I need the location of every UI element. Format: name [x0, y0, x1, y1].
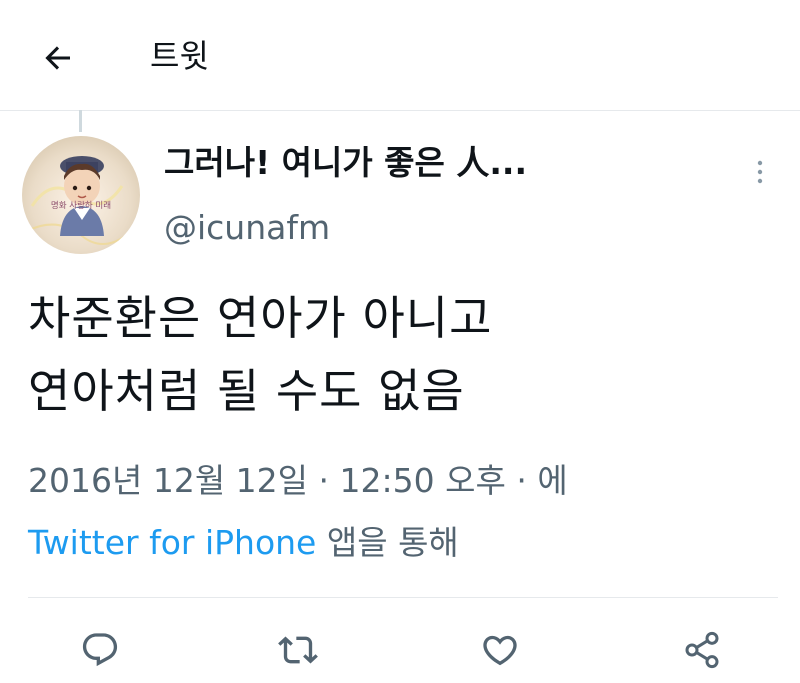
reply-button[interactable]: [74, 624, 126, 676]
tweet-text-line: 연아처럼 될 수도 없음: [28, 364, 465, 418]
username[interactable]: @icunafm: [164, 206, 330, 250]
retweet-button[interactable]: [272, 624, 324, 676]
like-button[interactable]: [474, 624, 526, 676]
avatar-stamp-text: 명화 사랑하 미래: [51, 200, 111, 211]
more-options-button[interactable]: [740, 150, 780, 194]
meta-separator: ·: [318, 461, 330, 500]
tweet-source-line: Twitter for iPhone 앱을 통해: [28, 520, 459, 566]
header-bar: 트윗: [0, 0, 800, 111]
action-bar: [0, 618, 800, 678]
tweet-text: 차준환은 연아가 아니고 연아처럼 될 수도 없음: [28, 282, 768, 428]
source-link[interactable]: Twitter for iPhone: [28, 523, 316, 562]
avatar-image: 명화 사랑하 미래: [22, 136, 140, 254]
reply-icon: [82, 633, 118, 667]
source-suffix: 앱을 통해: [326, 523, 459, 562]
tweet-timestamp: 2016년 12월 12일 · 12:50 오후 · 에: [28, 458, 788, 504]
avatar[interactable]: 명화 사랑하 미래: [22, 136, 140, 254]
back-button[interactable]: [30, 30, 86, 86]
share-button[interactable]: [676, 624, 728, 676]
tweet-date[interactable]: 2016년 12월 12일: [28, 461, 308, 500]
meta-separator: ·: [516, 461, 527, 500]
meta-suffix: 에: [537, 461, 568, 500]
heart-icon: [483, 635, 517, 666]
retweet-icon: [278, 636, 318, 664]
page-title: 트윗: [150, 37, 209, 75]
tweet-page: 트윗 명화 사랑하 미래 그러나! 여니가 좋은 人... @icunafm 차…: [0, 0, 800, 683]
display-name[interactable]: 그러나! 여니가 좋은 人...: [164, 140, 527, 186]
more-vertical-icon: [757, 160, 763, 184]
share-icon: [685, 631, 719, 669]
tweet-text-line: 차준환은 연아가 아니고: [28, 291, 493, 345]
thread-connector-line: [79, 110, 82, 132]
divider: [28, 597, 778, 598]
tweet-time[interactable]: 12:50 오후: [340, 461, 506, 500]
arrow-left-icon: [45, 46, 70, 70]
